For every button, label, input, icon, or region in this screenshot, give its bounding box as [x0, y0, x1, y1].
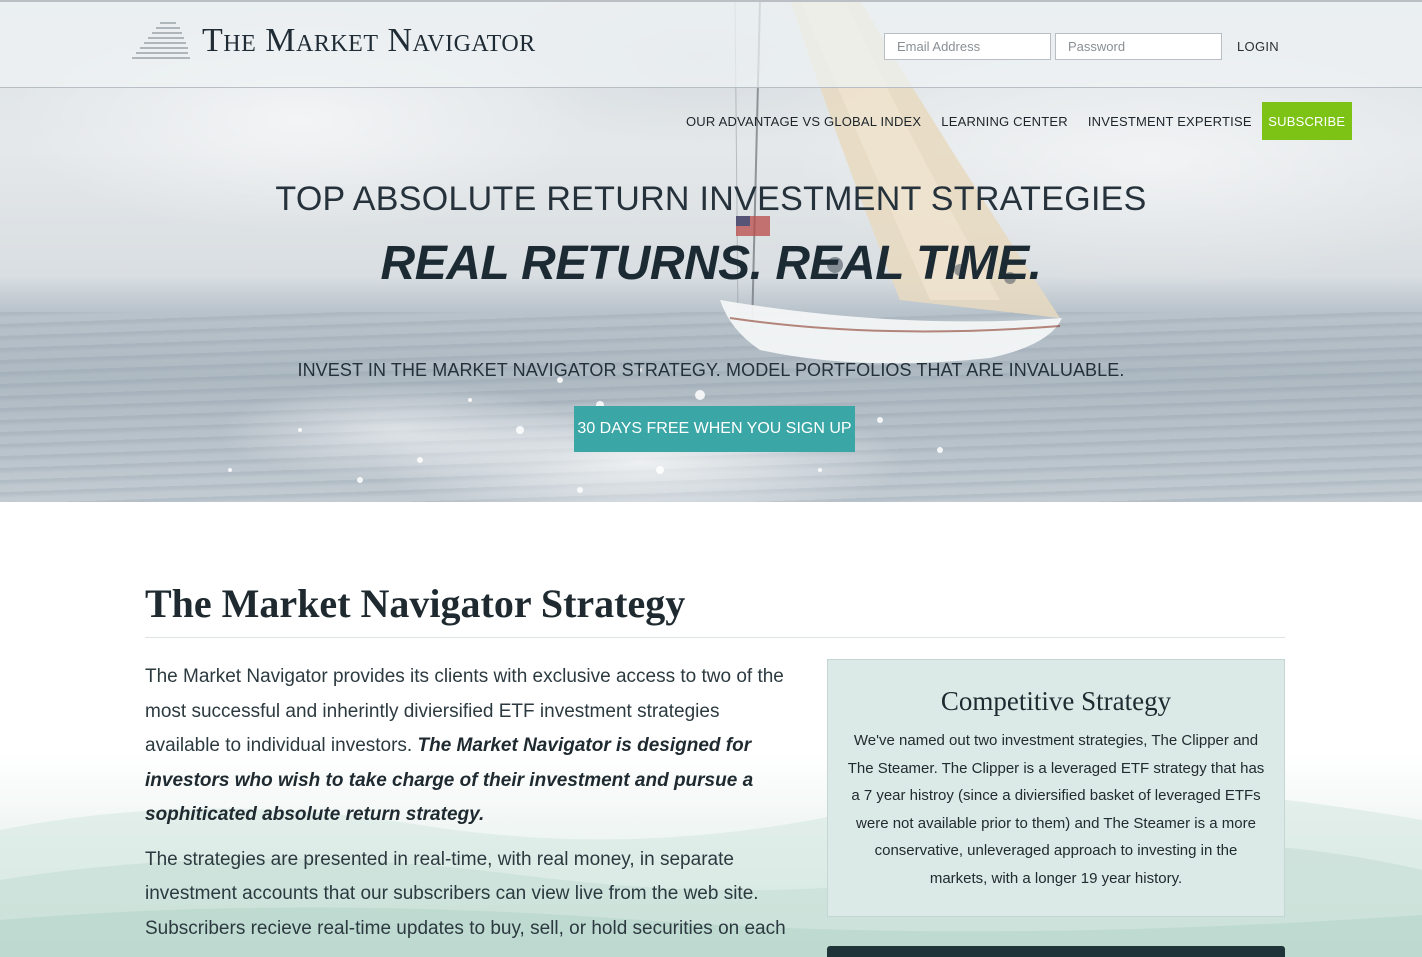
section-title: The Market Navigator Strategy — [145, 581, 686, 626]
password-field[interactable] — [1055, 33, 1222, 60]
hero-subtitle: INVEST IN THE MARKET NAVIGATOR STRATEGY.… — [297, 360, 1125, 380]
section-divider — [145, 637, 1285, 638]
brand-name: The Market Navigator — [202, 22, 536, 59]
hero-title: REAL RETURNS. REAL TIME. — [380, 237, 1042, 290]
brand-logo[interactable]: The Market Navigator — [130, 18, 536, 64]
competitive-strategy-text: We've named out two investment strategie… — [847, 732, 1265, 887]
strategy-body: The Market Navigator provides its client… — [145, 660, 795, 956]
header-bar: The Market Navigator LOGIN — [0, 0, 1422, 88]
login-form: LOGIN — [884, 33, 1279, 60]
nav-item-learning-center[interactable]: LEARNING CENTER — [941, 114, 1068, 129]
nav-item-investment-expertise[interactable]: INVESTMENT EXPERTISE — [1088, 114, 1252, 129]
competitive-strategy-box: Competitive Strategy We've named out two… — [827, 659, 1285, 917]
next-box-top — [827, 946, 1285, 957]
nav-item-advantage[interactable]: OUR ADVANTAGE VS GLOBAL INDEX — [686, 114, 921, 129]
free-trial-button[interactable]: 30 DAYS FREE WHEN YOU SIGN UP — [574, 406, 855, 452]
hero-eyebrow: TOP ABSOLUTE RETURN INVESTMENT STRATEGIE… — [275, 180, 1147, 218]
login-button[interactable]: LOGIN — [1237, 39, 1279, 54]
competitive-strategy-title: Competitive Strategy — [940, 686, 1172, 716]
subscribe-button[interactable]: SUBSCRIBE — [1261, 102, 1352, 140]
email-field[interactable] — [884, 33, 1051, 60]
strategy-paragraph-1: The Market Navigator provides its client… — [145, 660, 795, 833]
main-nav: OUR ADVANTAGE VS GLOBAL INDEX LEARNING C… — [686, 102, 1352, 140]
strategy-paragraph-2: The strategies are presented in real-tim… — [145, 848, 786, 939]
sail-logo-icon — [132, 22, 190, 59]
